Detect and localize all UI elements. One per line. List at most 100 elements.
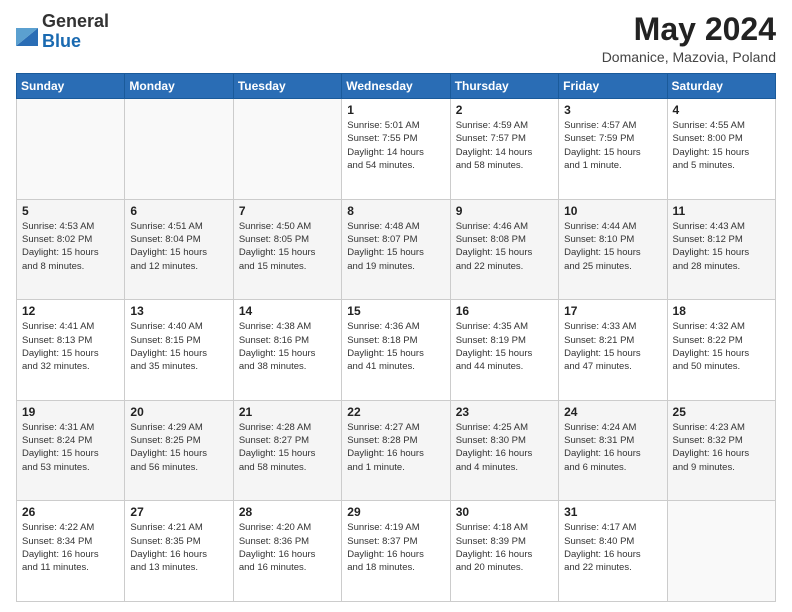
logo-blue-text: Blue (42, 31, 81, 51)
day-number: 4 (673, 103, 770, 117)
day-number: 17 (564, 304, 661, 318)
calendar-day-cell: 28 Sunrise: 4:20 AM Sunset: 8:36 PM Dayli… (233, 501, 341, 602)
day-number: 16 (456, 304, 553, 318)
calendar-day-cell: 6 Sunrise: 4:51 AM Sunset: 8:04 PM Daylig… (125, 199, 233, 300)
calendar-day-cell: 5 Sunrise: 4:53 AM Sunset: 8:02 PM Daylig… (17, 199, 125, 300)
logo: General Blue (16, 12, 109, 52)
day-info: Sunrise: 4:35 AM Sunset: 8:19 PM Dayligh… (456, 320, 553, 373)
day-number: 14 (239, 304, 336, 318)
day-number: 12 (22, 304, 119, 318)
calendar-day-cell: 21Sunrise: 4:28 AM Sunset: 8:27 PM Dayli… (233, 400, 341, 501)
calendar-day-cell: 16 Sunrise: 4:35 AM Sunset: 8:19 PM Dayli… (450, 300, 558, 401)
calendar-day-cell: 27 Sunrise: 4:21 AM Sunset: 8:35 PM Dayli… (125, 501, 233, 602)
calendar-day-cell: 19 Sunrise: 4:31 AM Sunset: 8:24 PM Dayli… (17, 400, 125, 501)
calendar-day-cell: 17Sunrise: 4:33 AM Sunset: 8:21 PM Dayli… (559, 300, 667, 401)
day-info: Sunrise: 4:19 AM Sunset: 8:37 PM Dayligh… (347, 521, 444, 574)
day-number: 10 (564, 204, 661, 218)
day-number: 30 (456, 505, 553, 519)
day-info: Sunrise: 4:44 AM Sunset: 8:10 PM Dayligh… (564, 220, 661, 273)
day-info: Sunrise: 4:53 AM Sunset: 8:02 PM Dayligh… (22, 220, 119, 273)
month-title: May 2024 (602, 12, 776, 47)
day-info: Sunrise: 4:48 AM Sunset: 8:07 PM Dayligh… (347, 220, 444, 273)
calendar-day-header: Wednesday (342, 74, 450, 99)
header: General Blue May 2024 Domanice, Mazovia,… (16, 12, 776, 65)
calendar-day-cell: 7Sunrise: 4:50 AM Sunset: 8:05 PM Daylig… (233, 199, 341, 300)
day-number: 5 (22, 204, 119, 218)
calendar-day-cell: 30 Sunrise: 4:18 AM Sunset: 8:39 PM Dayli… (450, 501, 558, 602)
calendar-day-cell: 23Sunrise: 4:25 AM Sunset: 8:30 PM Dayli… (450, 400, 558, 501)
calendar-day-cell: 3 Sunrise: 4:57 AM Sunset: 7:59 PM Daylig… (559, 99, 667, 200)
calendar-day-cell: 8 Sunrise: 4:48 AM Sunset: 8:07 PM Daylig… (342, 199, 450, 300)
day-info: Sunrise: 4:18 AM Sunset: 8:39 PM Dayligh… (456, 521, 553, 574)
calendar-day-cell: 11Sunrise: 4:43 AM Sunset: 8:12 PM Dayli… (667, 199, 775, 300)
calendar-day-header: Friday (559, 74, 667, 99)
calendar-day-cell (125, 99, 233, 200)
calendar-day-cell: 2Sunrise: 4:59 AM Sunset: 7:57 PM Daylig… (450, 99, 558, 200)
day-number: 26 (22, 505, 119, 519)
page: General Blue May 2024 Domanice, Mazovia,… (0, 0, 792, 612)
day-info: Sunrise: 4:20 AM Sunset: 8:36 PM Dayligh… (239, 521, 336, 574)
day-info: Sunrise: 4:23 AM Sunset: 8:32 PM Dayligh… (673, 421, 770, 474)
day-info: Sunrise: 4:57 AM Sunset: 7:59 PM Dayligh… (564, 119, 661, 172)
day-number: 6 (130, 204, 227, 218)
calendar-day-cell: 22Sunrise: 4:27 AM Sunset: 8:28 PM Dayli… (342, 400, 450, 501)
calendar-week-row: 19 Sunrise: 4:31 AM Sunset: 8:24 PM Dayli… (17, 400, 776, 501)
calendar-header-row: SundayMondayTuesdayWednesdayThursdayFrid… (17, 74, 776, 99)
day-info: Sunrise: 4:28 AM Sunset: 8:27 PM Dayligh… (239, 421, 336, 474)
location: Domanice, Mazovia, Poland (602, 49, 776, 65)
day-info: Sunrise: 4:32 AM Sunset: 8:22 PM Dayligh… (673, 320, 770, 373)
day-number: 25 (673, 405, 770, 419)
calendar-day-header: Monday (125, 74, 233, 99)
calendar-day-cell (233, 99, 341, 200)
day-number: 9 (456, 204, 553, 218)
calendar-day-cell: 24Sunrise: 4:24 AM Sunset: 8:31 PM Dayli… (559, 400, 667, 501)
calendar-week-row: 1 Sunrise: 5:01 AM Sunset: 7:55 PM Daylig… (17, 99, 776, 200)
calendar-day-cell: 20Sunrise: 4:29 AM Sunset: 8:25 PM Dayli… (125, 400, 233, 501)
calendar-week-row: 5 Sunrise: 4:53 AM Sunset: 8:02 PM Daylig… (17, 199, 776, 300)
calendar-day-cell: 14 Sunrise: 4:38 AM Sunset: 8:16 PM Dayli… (233, 300, 341, 401)
day-number: 28 (239, 505, 336, 519)
day-info: Sunrise: 4:36 AM Sunset: 8:18 PM Dayligh… (347, 320, 444, 373)
logo-general-text: General (42, 11, 109, 31)
day-info: Sunrise: 4:21 AM Sunset: 8:35 PM Dayligh… (130, 521, 227, 574)
calendar-day-cell: 4 Sunrise: 4:55 AM Sunset: 8:00 PM Daylig… (667, 99, 775, 200)
day-number: 3 (564, 103, 661, 117)
day-info: Sunrise: 4:40 AM Sunset: 8:15 PM Dayligh… (130, 320, 227, 373)
day-info: Sunrise: 4:24 AM Sunset: 8:31 PM Dayligh… (564, 421, 661, 474)
day-info: Sunrise: 4:55 AM Sunset: 8:00 PM Dayligh… (673, 119, 770, 172)
day-number: 20 (130, 405, 227, 419)
day-info: Sunrise: 4:59 AM Sunset: 7:57 PM Dayligh… (456, 119, 553, 172)
day-info: Sunrise: 4:17 AM Sunset: 8:40 PM Dayligh… (564, 521, 661, 574)
day-info: Sunrise: 5:01 AM Sunset: 7:55 PM Dayligh… (347, 119, 444, 172)
calendar-day-cell: 26 Sunrise: 4:22 AM Sunset: 8:34 PM Dayli… (17, 501, 125, 602)
day-number: 18 (673, 304, 770, 318)
calendar-table: SundayMondayTuesdayWednesdayThursdayFrid… (16, 73, 776, 602)
day-info: Sunrise: 4:46 AM Sunset: 8:08 PM Dayligh… (456, 220, 553, 273)
day-number: 8 (347, 204, 444, 218)
day-info: Sunrise: 4:22 AM Sunset: 8:34 PM Dayligh… (22, 521, 119, 574)
logo-icon (16, 18, 38, 46)
day-number: 31 (564, 505, 661, 519)
day-number: 11 (673, 204, 770, 218)
calendar-week-row: 26 Sunrise: 4:22 AM Sunset: 8:34 PM Dayli… (17, 501, 776, 602)
day-info: Sunrise: 4:51 AM Sunset: 8:04 PM Dayligh… (130, 220, 227, 273)
day-number: 29 (347, 505, 444, 519)
day-number: 23 (456, 405, 553, 419)
calendar-day-cell: 1 Sunrise: 5:01 AM Sunset: 7:55 PM Daylig… (342, 99, 450, 200)
calendar-day-cell: 31 Sunrise: 4:17 AM Sunset: 8:40 PM Dayli… (559, 501, 667, 602)
calendar-day-cell: 15 Sunrise: 4:36 AM Sunset: 8:18 PM Dayli… (342, 300, 450, 401)
calendar-day-cell: 10 Sunrise: 4:44 AM Sunset: 8:10 PM Dayli… (559, 199, 667, 300)
calendar-day-cell: 29 Sunrise: 4:19 AM Sunset: 8:37 PM Dayli… (342, 501, 450, 602)
day-number: 27 (130, 505, 227, 519)
day-number: 13 (130, 304, 227, 318)
calendar-day-cell (667, 501, 775, 602)
calendar-day-cell: 18 Sunrise: 4:32 AM Sunset: 8:22 PM Dayli… (667, 300, 775, 401)
calendar-day-header: Sunday (17, 74, 125, 99)
day-info: Sunrise: 4:38 AM Sunset: 8:16 PM Dayligh… (239, 320, 336, 373)
day-number: 19 (22, 405, 119, 419)
day-number: 1 (347, 103, 444, 117)
day-info: Sunrise: 4:31 AM Sunset: 8:24 PM Dayligh… (22, 421, 119, 474)
calendar-day-cell: 13 Sunrise: 4:40 AM Sunset: 8:15 PM Dayli… (125, 300, 233, 401)
day-number: 15 (347, 304, 444, 318)
day-number: 7 (239, 204, 336, 218)
